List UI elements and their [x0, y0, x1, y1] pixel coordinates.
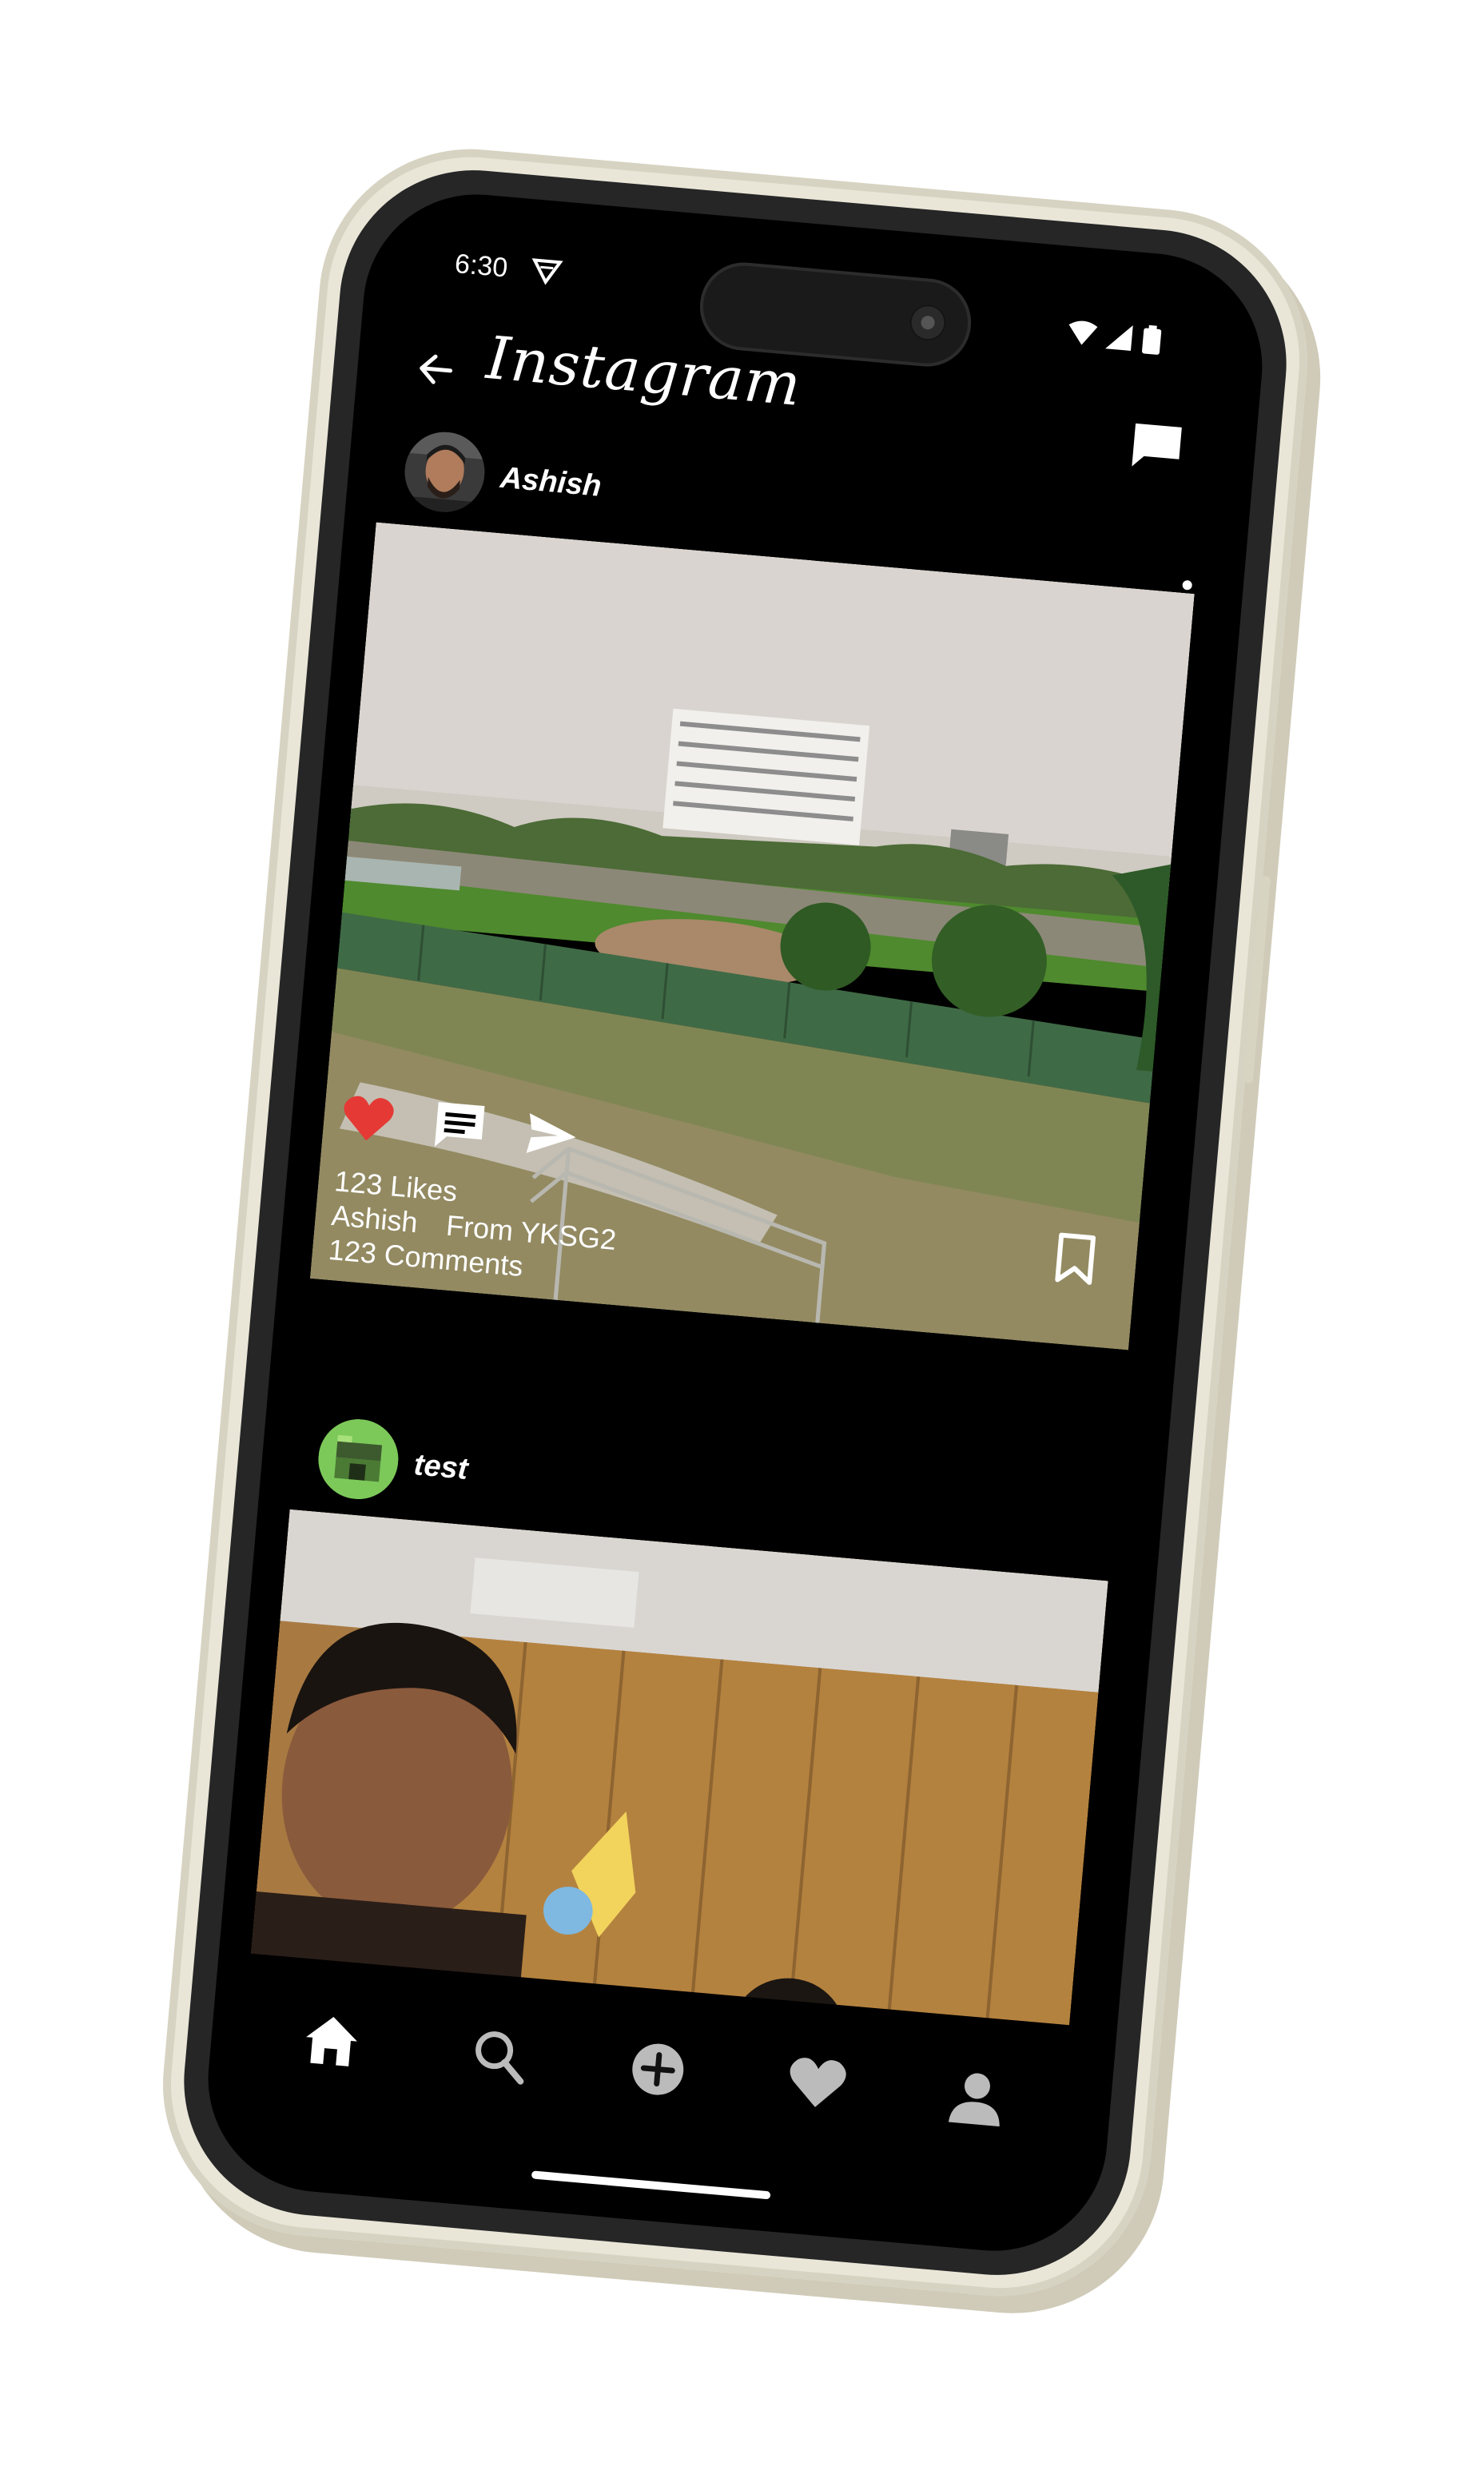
wifi-icon	[1068, 320, 1098, 345]
back-arrow-icon[interactable]	[412, 345, 460, 394]
profile-icon[interactable]	[941, 2062, 1011, 2132]
add-icon[interactable]	[623, 2034, 693, 2104]
share-icon[interactable]	[521, 1105, 582, 1166]
avatar[interactable]	[315, 1415, 402, 1503]
status-icons	[1068, 320, 1162, 355]
messages-icon[interactable]	[1128, 420, 1185, 475]
home-indicator[interactable]	[531, 2170, 771, 2200]
phone-frame: 6:30 Instagram Ashish 123 Likes Ashish F…	[150, 136, 1320, 2309]
post-card: Ashish	[296, 424, 1251, 1350]
app-screen: 6:30 Instagram Ashish 123 Likes Ashish F…	[198, 185, 1272, 2261]
signal-icon	[1105, 325, 1133, 351]
avatar[interactable]	[401, 428, 488, 515]
status-time: 6:30	[453, 248, 509, 284]
like-icon[interactable]	[338, 1089, 399, 1150]
search-icon[interactable]	[464, 2021, 534, 2090]
post-username[interactable]: test	[412, 1448, 469, 1487]
caption-username[interactable]: Ashish	[330, 1199, 419, 1239]
phone-bezel: 6:30 Instagram Ashish 123 Likes Ashish F…	[173, 159, 1298, 2286]
heart-icon[interactable]	[782, 2049, 852, 2118]
mockup-stage: 6:30 Instagram Ashish 123 Likes Ashish F…	[0, 0, 1484, 2474]
home-icon[interactable]	[297, 2007, 367, 2076]
battery-icon	[1141, 328, 1162, 355]
comment-icon[interactable]	[429, 1097, 490, 1158]
vpn-icon	[531, 258, 563, 285]
post-username[interactable]: Ashish	[499, 461, 603, 504]
power-button	[1243, 875, 1271, 1084]
bookmark-icon[interactable]	[1052, 1231, 1098, 1286]
front-camera	[909, 303, 947, 342]
